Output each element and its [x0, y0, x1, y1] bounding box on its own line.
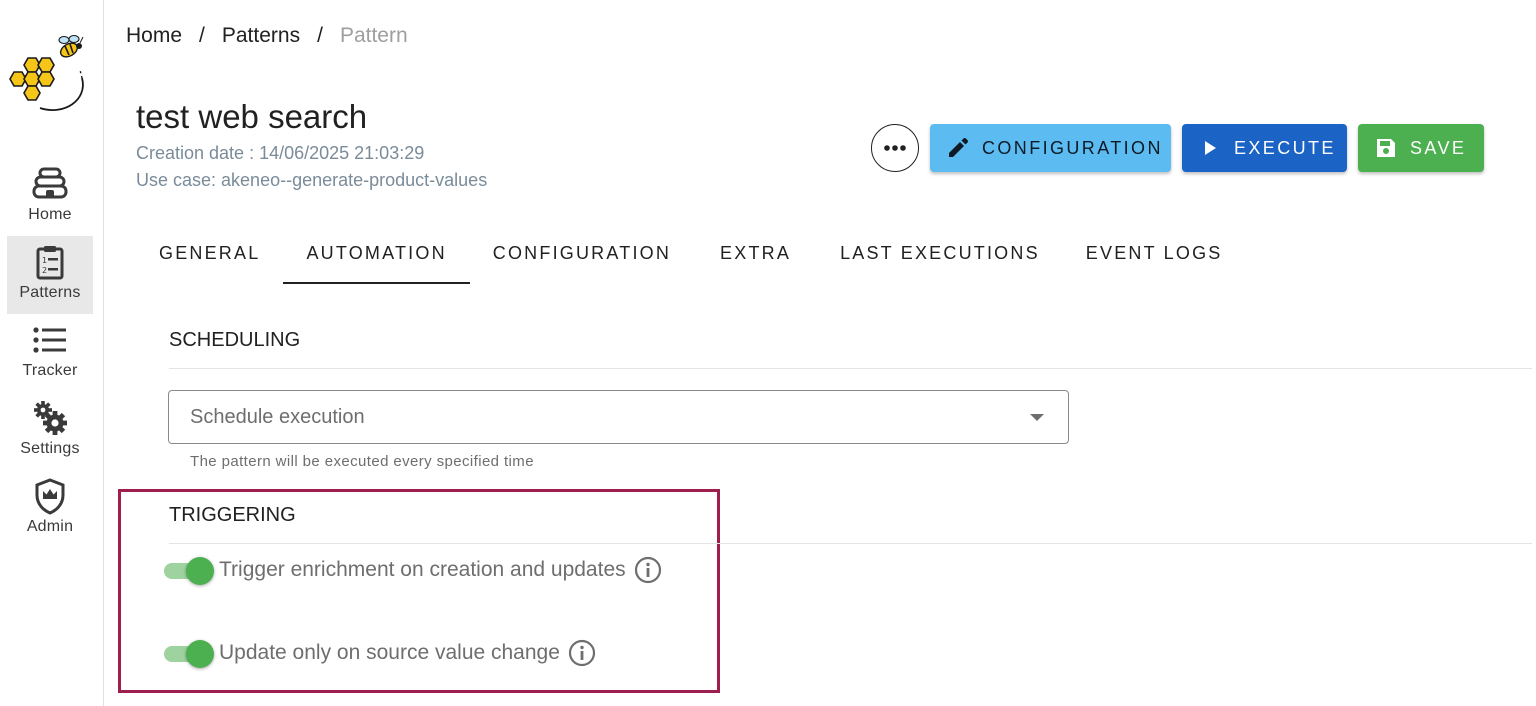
- tab-general[interactable]: GENERAL: [136, 222, 283, 284]
- bee-honeycomb-logo[interactable]: [6, 30, 90, 116]
- trigger-enrichment-row: Trigger enrichment on creation and updat…: [163, 556, 662, 585]
- more-options-button[interactable]: [871, 124, 919, 172]
- page-title: test web search: [136, 98, 368, 135]
- sidebar-item-label: Admin: [26, 518, 74, 535]
- breadcrumb-current: Pattern: [339, 24, 408, 47]
- schedule-execution-placeholder: Schedule execution: [190, 405, 365, 428]
- scheduling-section-title: SCHEDULING: [169, 329, 301, 351]
- toggle-thumb: [186, 640, 214, 668]
- configuration-button-label: CONFIGURATION: [982, 137, 1163, 158]
- floppy-disk-icon: [1374, 136, 1398, 160]
- breadcrumb-separator: /: [199, 24, 205, 47]
- save-button-label: SAVE: [1410, 137, 1467, 158]
- more-horizontal-icon: [883, 139, 907, 157]
- info-icon[interactable]: [568, 639, 596, 667]
- sidebar-item-label: Patterns: [19, 284, 81, 301]
- list-icon: [30, 320, 70, 360]
- svg-text:2: 2: [42, 266, 47, 275]
- tab-last-executions[interactable]: LAST EXECUTIONS: [817, 222, 1063, 284]
- update-on-change-toggle[interactable]: [163, 639, 215, 668]
- play-icon: [1198, 136, 1222, 160]
- breadcrumb: Home / Patterns / Pattern: [126, 24, 408, 48]
- execute-button-label: EXECUTE: [1234, 137, 1336, 158]
- trigger-enrichment-toggle[interactable]: [163, 556, 215, 585]
- tab-bar: GENERAL AUTOMATION CONFIGURATION EXTRA L…: [136, 222, 1246, 284]
- trigger-enrichment-label: Trigger enrichment on creation and updat…: [219, 558, 626, 581]
- beehive-icon: [30, 164, 70, 204]
- sidebar-item-label: Tracker: [22, 362, 78, 379]
- sidebar-item-settings[interactable]: Settings: [7, 392, 93, 470]
- info-icon[interactable]: [634, 556, 662, 584]
- update-on-change-row: Update only on source value change: [163, 639, 596, 668]
- sidebar-item-admin[interactable]: Admin: [7, 470, 93, 548]
- sidebar-item-label: Settings: [20, 440, 80, 457]
- triggering-divider: [169, 543, 1532, 544]
- creation-date: Creation date : 14/06/2025 21:03:29: [136, 143, 425, 163]
- toggle-thumb: [186, 557, 214, 585]
- save-button[interactable]: SAVE: [1358, 124, 1484, 172]
- sidebar-item-tracker[interactable]: Tracker: [7, 314, 93, 392]
- shield-crown-icon: [30, 476, 70, 516]
- sidebar-item-label: Home: [28, 206, 72, 223]
- tab-automation[interactable]: AUTOMATION: [283, 222, 471, 284]
- sidebar-item-home[interactable]: Home: [7, 158, 93, 236]
- triggering-section-title: TRIGGERING: [169, 504, 296, 526]
- tab-event-logs[interactable]: EVENT LOGS: [1063, 222, 1246, 284]
- breadcrumb-patterns-link[interactable]: Patterns: [222, 24, 300, 48]
- clipboard-list-icon: 1 2: [30, 242, 70, 282]
- sidebar: Home 1 2 Patterns Tracker Settings Admin: [0, 0, 104, 706]
- gears-icon: [30, 398, 70, 438]
- pencil-icon: [946, 136, 970, 160]
- use-case: Use case: akeneo--generate-product-value…: [136, 170, 488, 190]
- configuration-button[interactable]: CONFIGURATION: [930, 124, 1171, 172]
- breadcrumb-home-link[interactable]: Home: [126, 24, 182, 48]
- execute-button[interactable]: EXECUTE: [1182, 124, 1347, 172]
- schedule-execution-select[interactable]: Schedule execution: [168, 390, 1069, 444]
- update-on-change-label: Update only on source value change: [219, 641, 560, 664]
- tab-extra[interactable]: EXTRA: [694, 222, 817, 284]
- sidebar-item-patterns[interactable]: 1 2 Patterns: [7, 236, 93, 314]
- breadcrumb-separator: /: [317, 24, 323, 47]
- schedule-helper-text: The pattern will be executed every speci…: [190, 453, 534, 470]
- tab-configuration[interactable]: CONFIGURATION: [470, 222, 694, 284]
- svg-text:1: 1: [42, 256, 47, 265]
- scheduling-divider: [169, 368, 1532, 369]
- dropdown-caret-icon: [1030, 414, 1044, 421]
